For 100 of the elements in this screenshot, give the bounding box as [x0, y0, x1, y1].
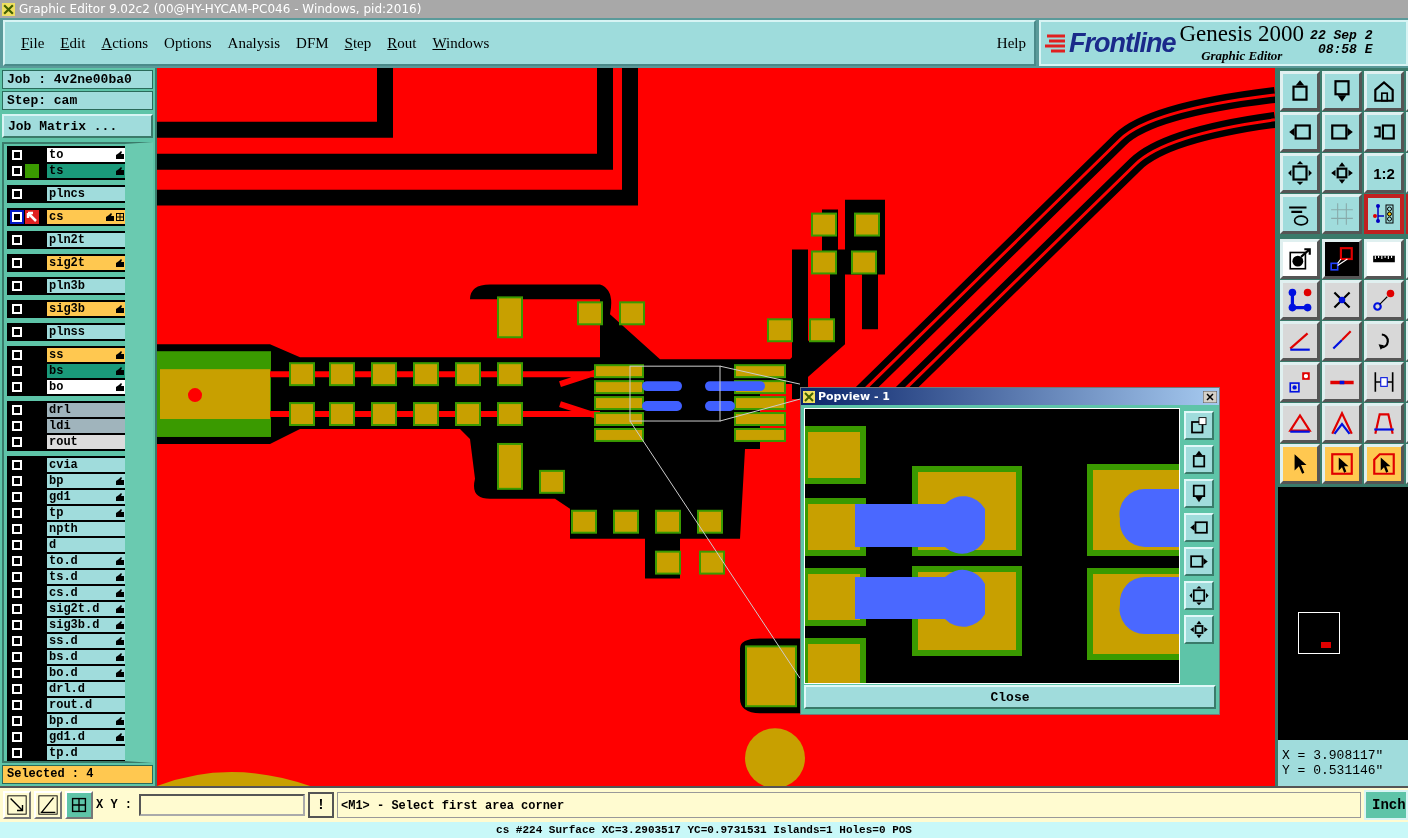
display-swatch[interactable] [25, 164, 39, 178]
view-tool-button[interactable] [1184, 479, 1214, 508]
view-tool-button[interactable] [1184, 411, 1214, 440]
xy-input-field[interactable] [139, 794, 305, 816]
view-tool-button[interactable] [1184, 513, 1214, 542]
layer-name[interactable]: ss.d [47, 634, 125, 648]
layer-checkbox[interactable] [12, 668, 22, 678]
layer-name[interactable]: sig2t.d [47, 602, 125, 616]
layer-checkbox[interactable] [12, 620, 22, 630]
layer-checkbox[interactable] [12, 189, 22, 199]
view-tool-button[interactable] [1184, 581, 1214, 610]
layer-name[interactable]: bo.d [47, 666, 125, 680]
layer-checkbox[interactable] [12, 460, 22, 470]
layer-name[interactable]: tp [47, 506, 125, 520]
menu-item[interactable]: Options [156, 32, 220, 54]
layer-checkbox[interactable] [12, 437, 22, 447]
layer-checkbox[interactable] [12, 366, 22, 376]
layer-checkbox[interactable] [12, 748, 22, 758]
layer-checkbox[interactable] [12, 684, 22, 694]
layer-name[interactable]: ts.d [47, 570, 125, 584]
layer-checkbox[interactable] [12, 556, 22, 566]
tool-button[interactable] [1364, 194, 1404, 234]
layer-checkbox[interactable] [12, 235, 22, 245]
layer-checkbox[interactable] [12, 492, 22, 502]
layer-name[interactable]: sig3b.d [47, 618, 125, 632]
layer-name[interactable]: plncs [47, 187, 125, 201]
layer-name[interactable]: sig3b [47, 302, 125, 316]
view-tool-button[interactable] [1184, 547, 1214, 576]
close-icon[interactable] [1203, 390, 1217, 403]
layer-checkbox[interactable] [12, 732, 22, 742]
alert-button[interactable]: ! [308, 792, 334, 818]
view-frame[interactable] [1298, 612, 1340, 654]
layer-name[interactable]: bs.d [47, 650, 125, 664]
layer-name[interactable]: rout.d [47, 698, 125, 712]
layer-name[interactable]: ldi [47, 419, 125, 433]
layer-name[interactable]: cs.d [47, 586, 125, 600]
layer-name[interactable]: to [47, 148, 125, 162]
layer-name[interactable]: sig2t [47, 256, 125, 270]
menu-item[interactable]: Actions [93, 32, 157, 54]
layer-name[interactable]: rout [47, 435, 125, 449]
layer-checkbox[interactable] [12, 588, 22, 598]
layer-checkbox[interactable] [12, 652, 22, 662]
menu-item[interactable]: File [13, 32, 53, 54]
grid-button[interactable] [65, 791, 93, 819]
tool-button[interactable]: 1:2 [1364, 153, 1404, 193]
layer-name[interactable]: bs [47, 364, 125, 378]
layer-checkbox[interactable] [12, 150, 22, 160]
layer-name[interactable]: d [47, 538, 125, 552]
layer-checkbox[interactable] [12, 540, 22, 550]
layer-checkbox[interactable] [12, 716, 22, 726]
layer-checkbox[interactable] [12, 405, 22, 415]
layer-checkbox[interactable] [12, 166, 22, 176]
layer-checkbox[interactable] [12, 524, 22, 534]
layer-checkbox[interactable] [12, 636, 22, 646]
layer-name[interactable]: bo [47, 380, 125, 394]
layer-name[interactable]: drl.d [47, 682, 125, 696]
layer-name[interactable]: ss [47, 348, 125, 362]
menu-item[interactable]: Windows [424, 32, 498, 54]
layer-name[interactable]: bp [47, 474, 125, 488]
layer-checkbox[interactable] [12, 304, 22, 314]
layer-checkbox[interactable] [12, 476, 22, 486]
layer-checkbox[interactable] [12, 327, 22, 337]
menu-item[interactable]: Analysis [219, 32, 289, 54]
view-tool-button[interactable] [1184, 615, 1214, 644]
layer-checkbox[interactable] [12, 212, 22, 222]
layer-checkbox[interactable] [12, 421, 22, 431]
layer-name[interactable]: gd1.d [47, 730, 125, 744]
view-tool-button[interactable] [1184, 445, 1214, 474]
layer-name[interactable]: gd1 [47, 490, 125, 504]
layer-name[interactable]: cvia [47, 458, 125, 472]
layer-name[interactable]: cs [47, 210, 125, 224]
menu-item[interactable]: Rout [379, 32, 425, 54]
layer-checkbox[interactable] [12, 281, 22, 291]
close-button[interactable]: Close [804, 685, 1216, 709]
layer-name[interactable]: drl [47, 403, 125, 417]
zoom-area-button[interactable] [3, 791, 31, 819]
menu-item[interactable]: DFM [288, 32, 337, 54]
snap-button[interactable] [34, 791, 62, 819]
layer-name[interactable]: pln2t [47, 233, 125, 247]
layer-checkbox[interactable] [12, 572, 22, 582]
units-button[interactable]: Inch [1364, 790, 1408, 820]
layer-name[interactable]: ts [47, 164, 125, 178]
layer-name[interactable]: npth [47, 522, 125, 536]
layer-checkbox[interactable] [12, 350, 22, 360]
menu-item[interactable]: Edit [52, 32, 94, 54]
job-matrix-button[interactable]: Job Matrix ... [2, 114, 153, 138]
layer-checkbox[interactable] [12, 604, 22, 614]
layer-checkbox[interactable] [12, 382, 22, 392]
layer-checkbox[interactable] [12, 508, 22, 518]
menu-item[interactable]: Step [336, 32, 380, 54]
layer-name[interactable]: plnss [47, 325, 125, 339]
layer-name[interactable]: pln3b [47, 279, 125, 293]
layer-name[interactable]: bp.d [47, 714, 125, 728]
layer-checkbox[interactable] [12, 258, 22, 268]
dot-arrow-icon [1287, 246, 1313, 272]
layer-name[interactable]: to.d [47, 554, 125, 568]
logo-text: Frontline [1069, 27, 1176, 59]
layer-checkbox[interactable] [12, 700, 22, 710]
help-menu[interactable]: Help [988, 32, 1034, 54]
layer-name[interactable]: tp.d [47, 746, 125, 760]
